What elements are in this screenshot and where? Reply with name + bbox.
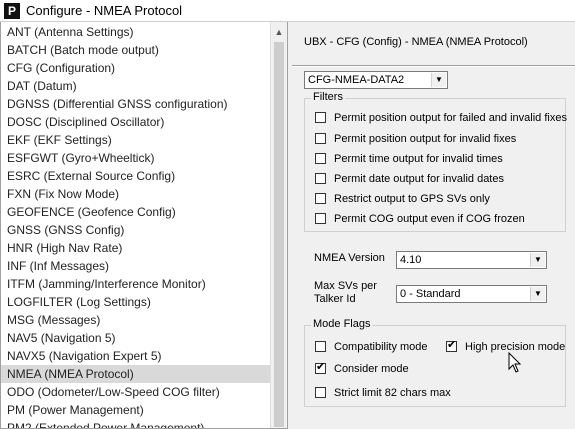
chevron-down-icon[interactable]: ▼ bbox=[431, 73, 446, 87]
nmea-version-dropdown[interactable]: 4.10 ▼ bbox=[396, 251, 547, 269]
consider-mode-label: Consider mode bbox=[334, 363, 409, 375]
filter-option[interactable]: Permit position output for invalid fixes bbox=[315, 132, 516, 146]
filter-option-label: Restrict output to GPS SVs only bbox=[334, 193, 490, 205]
message-list-item[interactable]: CFG (Configuration) bbox=[1, 59, 271, 77]
filters-group-label: Filters bbox=[311, 91, 345, 103]
strict-limit-label: Strict limit 82 chars max bbox=[334, 387, 451, 399]
checkbox[interactable] bbox=[315, 153, 326, 164]
message-list-item[interactable]: ESFGWT (Gyro+Wheeltick) bbox=[1, 149, 271, 167]
filter-option[interactable]: Permit date output for invalid dates bbox=[315, 172, 504, 186]
mode-flags-group-label: Mode Flags bbox=[311, 318, 373, 330]
message-list-item[interactable]: ODO (Odometer/Low-Speed COG filter) bbox=[1, 383, 271, 401]
message-list: ANT (Antenna Settings) BATCH (Batch mode … bbox=[1, 23, 271, 428]
filter-option[interactable]: Restrict output to GPS SVs only bbox=[315, 192, 490, 206]
checkbox[interactable] bbox=[315, 112, 326, 123]
filter-option[interactable]: Permit time output for invalid times bbox=[315, 152, 503, 166]
mouse-pointer-icon bbox=[508, 352, 522, 373]
message-list-item[interactable]: DAT (Datum) bbox=[1, 77, 271, 95]
filter-option[interactable]: Permit position output for failed and in… bbox=[315, 111, 567, 125]
app-icon: P bbox=[4, 3, 20, 19]
title-bar: P Configure - NMEA Protocol bbox=[0, 0, 575, 22]
config-panel: UBX - CFG (Config) - NMEA (NMEA Protocol… bbox=[292, 22, 575, 429]
filters-group: Filters Permit position output for faile… bbox=[304, 91, 567, 232]
max-svs-dropdown[interactable]: 0 - Standard ▼ bbox=[396, 285, 547, 303]
filter-option[interactable]: Permit COG output even if COG frozen bbox=[315, 212, 525, 226]
filter-option-label: Permit position output for failed and in… bbox=[334, 112, 567, 124]
max-svs-value: 0 - Standard bbox=[400, 288, 461, 300]
message-list-item[interactable]: DOSC (Disciplined Oscillator) bbox=[1, 113, 271, 131]
message-list-item[interactable]: BATCH (Batch mode output) bbox=[1, 41, 271, 59]
max-svs-label: Max SVs per Talker Id bbox=[314, 280, 377, 306]
data-select-dropdown[interactable]: CFG-NMEA-DATA2 ▼ bbox=[304, 71, 448, 89]
check-icon: ✔ bbox=[316, 361, 326, 373]
compatibility-mode-option[interactable]: Compatibility mode bbox=[315, 340, 428, 354]
message-list-item[interactable]: HNR (High Nav Rate) bbox=[1, 239, 271, 257]
message-list-item[interactable]: NAVX5 (Navigation Expert 5) bbox=[1, 347, 271, 365]
consider-mode-checkbox[interactable]: ✔ bbox=[315, 361, 326, 374]
filter-option-label: Permit date output for invalid dates bbox=[334, 173, 504, 185]
message-list-item[interactable]: ANT (Antenna Settings) bbox=[1, 23, 271, 41]
chevron-down-icon[interactable]: ▼ bbox=[530, 253, 545, 267]
scroll-thumb[interactable] bbox=[274, 42, 284, 427]
filter-option-label: Permit COG output even if COG frozen bbox=[334, 213, 525, 225]
checkbox[interactable] bbox=[315, 133, 326, 144]
max-svs-label-line2: Talker Id bbox=[314, 293, 356, 305]
high-precision-mode-checkbox[interactable]: ✔ bbox=[446, 339, 457, 352]
message-list-item[interactable]: GEOFENCE (Geofence Config) bbox=[1, 203, 271, 221]
strict-limit-option[interactable]: Strict limit 82 chars max bbox=[315, 386, 451, 400]
filter-option-label: Permit position output for invalid fixes bbox=[334, 133, 517, 145]
checkbox[interactable] bbox=[315, 213, 326, 224]
message-list-panel: ANT (Antenna Settings) BATCH (Batch mode … bbox=[0, 22, 288, 429]
checkbox[interactable] bbox=[315, 193, 326, 204]
vertical-scrollbar[interactable]: ▲ bbox=[270, 22, 287, 428]
nmea-version-label: NMEA Version bbox=[314, 252, 385, 264]
message-list-item[interactable]: EKF (EKF Settings) bbox=[1, 131, 271, 149]
panel-header: UBX - CFG (Config) - NMEA (NMEA Protocol… bbox=[304, 36, 528, 48]
checkbox[interactable] bbox=[315, 173, 326, 184]
message-list-item[interactable]: LOGFILTER (Log Settings) bbox=[1, 293, 271, 311]
message-list-item[interactable]: ITFM (Jamming/Interference Monitor) bbox=[1, 275, 271, 293]
nmea-version-value: 4.10 bbox=[400, 254, 422, 266]
mode-flags-group: Mode Flags Compatibility mode ✔ High prec… bbox=[304, 318, 566, 407]
message-list-item[interactable]: DGNSS (Differential GNSS configuration) bbox=[1, 95, 271, 113]
compatibility-mode-checkbox[interactable] bbox=[315, 341, 326, 352]
message-list-item[interactable]: FXN (Fix Now Mode) bbox=[1, 185, 271, 203]
check-icon: ✔ bbox=[447, 339, 457, 351]
message-list-item[interactable]: PM2 (Extended Power Management) bbox=[1, 419, 271, 428]
consider-mode-option[interactable]: ✔ Consider mode bbox=[315, 361, 409, 376]
high-precision-mode-option[interactable]: ✔ High precision mode bbox=[446, 339, 565, 354]
data-select-value: CFG-NMEA-DATA2 bbox=[308, 74, 405, 86]
header-divider-highlight bbox=[292, 66, 575, 67]
message-list-item[interactable]: NMEA (NMEA Protocol) bbox=[1, 365, 271, 383]
window-title: Configure - NMEA Protocol bbox=[26, 3, 183, 18]
message-list-item[interactable]: GNSS (GNSS Config) bbox=[1, 221, 271, 239]
message-list-item[interactable]: ESRC (External Source Config) bbox=[1, 167, 271, 185]
max-svs-label-line1: Max SVs per bbox=[314, 280, 377, 292]
compatibility-mode-label: Compatibility mode bbox=[334, 341, 428, 353]
strict-limit-checkbox[interactable] bbox=[315, 387, 326, 398]
scroll-up-icon[interactable]: ▲ bbox=[271, 24, 287, 40]
message-list-item[interactable]: MSG (Messages) bbox=[1, 311, 271, 329]
message-list-item[interactable]: INF (Inf Messages) bbox=[1, 257, 271, 275]
message-list-item[interactable]: PM (Power Management) bbox=[1, 401, 271, 419]
filter-option-label: Permit time output for invalid times bbox=[334, 153, 503, 165]
chevron-down-icon[interactable]: ▼ bbox=[530, 287, 545, 301]
message-list-item[interactable]: NAV5 (Navigation 5) bbox=[1, 329, 271, 347]
